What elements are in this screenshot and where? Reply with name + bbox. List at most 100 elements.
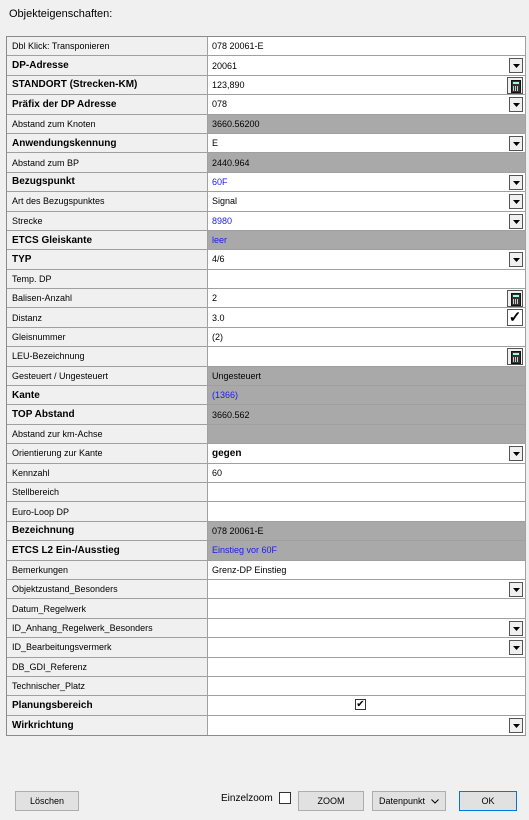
property-value[interactable]: 078 20061-E (208, 37, 525, 56)
dropdown-arrow-icon (513, 64, 520, 69)
property-label: Bezeichnung (7, 521, 208, 541)
property-value: leer (208, 230, 525, 250)
property-value[interactable] (208, 715, 525, 736)
property-label: Technischer_Platz (7, 676, 208, 696)
dropdown-button[interactable] (509, 717, 523, 733)
dropdown-arrow-icon (513, 141, 520, 146)
dropdown-arrow-icon (513, 258, 520, 263)
property-value[interactable]: ✔ (208, 696, 525, 715)
property-value[interactable] (208, 618, 525, 638)
confirm-button[interactable]: ✓ (507, 309, 523, 327)
property-label: Stellbereich (7, 482, 208, 502)
dropdown-button[interactable] (509, 194, 523, 210)
property-row: Art des Bezugspunktes Signal (7, 192, 525, 212)
property-row: Bezugspunkt 60F (7, 172, 525, 193)
property-value[interactable]: 123,890 (208, 75, 525, 95)
property-value-text: 20061 (212, 60, 238, 71)
datenpunkt-dropdown[interactable]: Datenpunkt (372, 791, 446, 811)
zoom-button[interactable]: ZOOM (298, 791, 364, 811)
property-value-text: 2 (212, 293, 218, 304)
property-value-text: 3660.562 (212, 409, 250, 420)
property-value[interactable] (208, 676, 525, 696)
property-value-text: 3.0 (212, 312, 225, 323)
property-value[interactable] (208, 657, 525, 676)
calculator-button[interactable] (507, 76, 523, 94)
property-row: Anwendungskennung E (7, 133, 525, 154)
property-label: Abstand zum BP (7, 153, 208, 172)
property-label: DB_GDI_Referenz (7, 657, 208, 676)
property-label: Planungsbereich (7, 696, 208, 715)
property-label: ID_Anhang_Regelwerk_Besonders (7, 618, 208, 638)
property-value[interactable] (208, 269, 525, 289)
property-label: ETCS Gleiskante (7, 230, 208, 250)
property-row: ID_Anhang_Regelwerk_Besonders (7, 618, 525, 639)
property-value[interactable] (208, 599, 525, 618)
property-label: Bemerkungen (7, 560, 208, 579)
property-value[interactable]: Grenz-DP Einstieg (208, 560, 525, 579)
properties-grid: Dbl Klick: Transponieren 078 20061-E DP-Ad… (6, 36, 526, 737)
property-value-text: 078 20061-E (212, 525, 264, 536)
property-value-text: E (212, 138, 219, 149)
property-label: Objektzustand_Besonders (7, 579, 208, 599)
property-value[interactable] (208, 502, 525, 521)
property-value[interactable]: Signal (208, 192, 525, 211)
planungsbereich-checkbox[interactable]: ✔ (355, 699, 366, 711)
property-value[interactable] (208, 638, 525, 657)
property-label: Wirkrichtung (7, 715, 208, 736)
property-value-text: 60 (212, 467, 223, 478)
dropdown-button[interactable] (509, 58, 523, 74)
property-row: Datum_Regelwerk (7, 599, 525, 619)
property-value[interactable]: 8980 (208, 211, 525, 230)
property-label: DP-Adresse (7, 56, 208, 75)
property-label: Euro-Loop DP (7, 502, 208, 521)
calculator-button[interactable] (507, 290, 523, 308)
calculator-button[interactable] (507, 348, 523, 366)
property-value[interactable]: 078 (208, 95, 525, 114)
property-value-text: 078 20061-E (212, 41, 264, 52)
calculator-icon (511, 293, 521, 307)
property-label: ETCS L2 Ein-/Ausstieg (7, 541, 208, 560)
delete-button[interactable]: Löschen (15, 791, 79, 811)
property-value[interactable]: E (208, 133, 525, 153)
dropdown-button[interactable] (509, 581, 523, 597)
property-value-text: 60F (212, 176, 228, 187)
property-value[interactable]: 20061 (208, 56, 525, 75)
dropdown-button[interactable] (509, 446, 523, 462)
property-value[interactable] (208, 579, 525, 599)
property-label: Gesteuert / Ungesteuert (7, 366, 208, 386)
property-label: Bezugspunkt (7, 172, 208, 192)
property-value[interactable]: 60F (208, 172, 525, 192)
property-label: Kennzahl (7, 463, 208, 482)
property-value: Einstieg vor 60F (208, 541, 525, 560)
dropdown-button[interactable] (509, 213, 523, 229)
property-value[interactable]: 2 (208, 289, 525, 308)
property-value-text: Einstieg vor 60F (212, 545, 278, 556)
dropdown-button[interactable] (509, 252, 523, 268)
property-label: TYP (7, 250, 208, 269)
property-value[interactable]: 4/6 (208, 250, 525, 269)
ok-button[interactable]: OK (459, 791, 517, 811)
property-value: 3660.56200 (208, 114, 525, 133)
dropdown-button[interactable] (509, 97, 523, 113)
property-value[interactable]: (2) (208, 327, 525, 347)
property-row: Stellbereich (7, 482, 525, 503)
einzelzoom-checkbox[interactable] (279, 792, 291, 804)
property-row: Gesteuert / Ungesteuert Ungesteuert (7, 366, 525, 387)
property-row: Euro-Loop DP (7, 502, 525, 522)
property-value[interactable]: 60 (208, 463, 525, 482)
property-row: Planungsbereich ✔ (7, 696, 525, 716)
dropdown-arrow-icon (513, 452, 520, 457)
property-value[interactable] (208, 482, 525, 502)
property-value[interactable]: gegen (208, 444, 525, 463)
dropdown-arrow-icon (513, 180, 520, 185)
property-value[interactable]: 3.0 ✓ (208, 308, 525, 327)
property-value[interactable] (208, 347, 525, 366)
property-label: Balisen-Anzahl (7, 289, 208, 308)
dropdown-button[interactable] (509, 620, 523, 636)
property-row: Abstand zum BP 2440.964 (7, 153, 525, 173)
dropdown-button[interactable] (509, 135, 523, 151)
property-row: STANDORT (Strecken-KM) 123,890 (7, 75, 525, 96)
dropdown-button[interactable] (509, 174, 523, 190)
dropdown-button[interactable] (509, 640, 523, 656)
chevron-down-icon (431, 798, 439, 804)
